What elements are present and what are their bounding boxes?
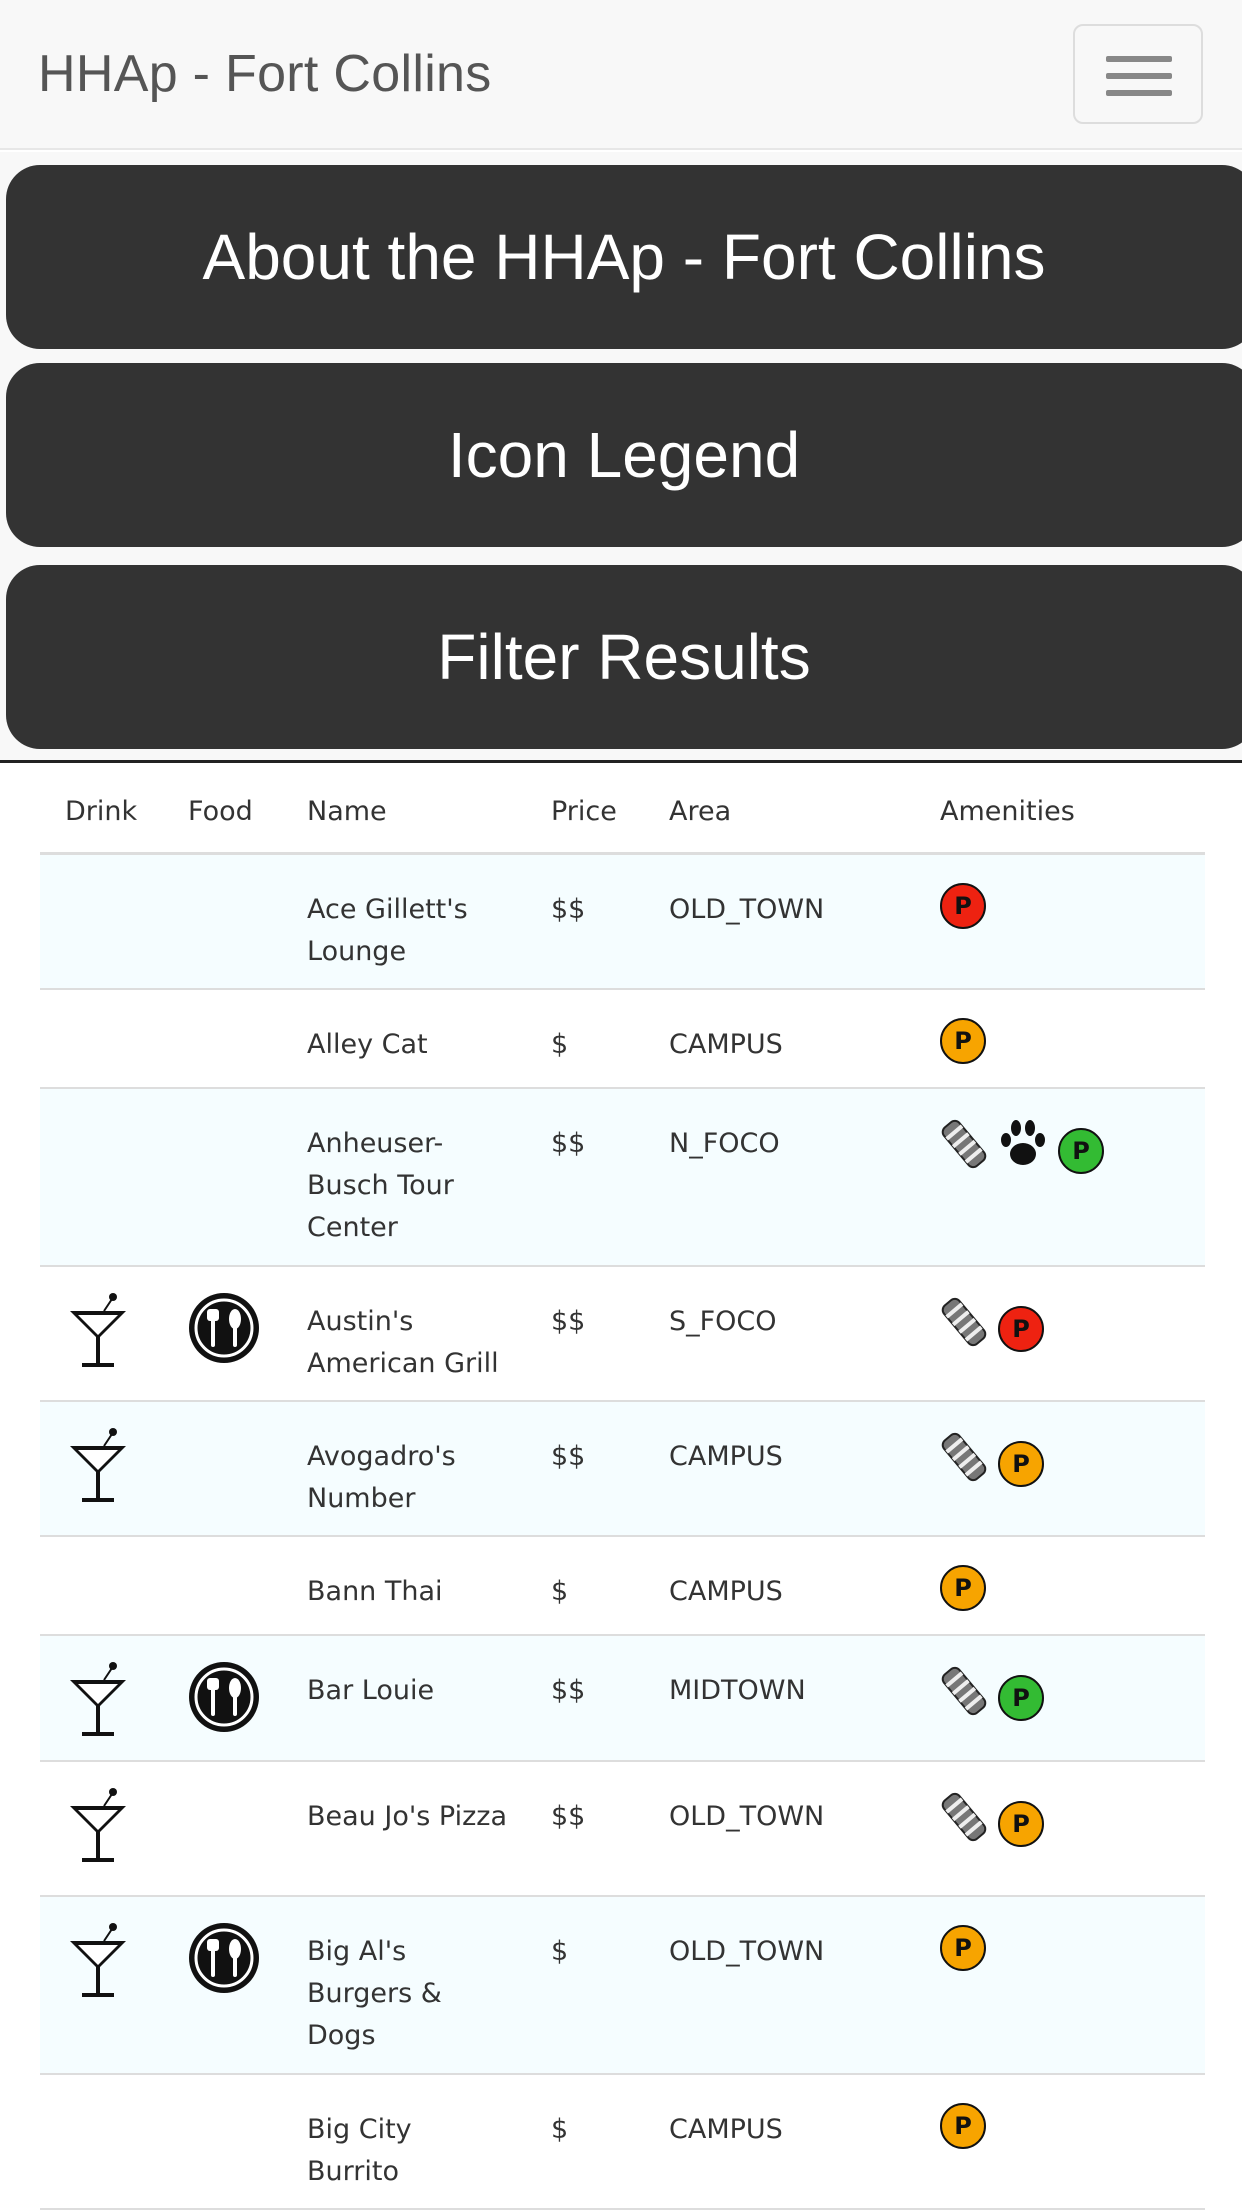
amenities-cell: P — [940, 1117, 1104, 1184]
martini-glass-icon — [68, 1660, 130, 1747]
table-row[interactable]: Bar Louie $$ MIDTOWN P — [40, 1636, 1205, 1762]
hamburger-menu-button[interactable] — [1073, 24, 1203, 124]
martini-glass-icon — [68, 1291, 130, 1378]
parking-orange-icon: P — [998, 1440, 1044, 1487]
venue-price: $$ — [551, 1128, 586, 1159]
hamburger-menu-icon — [1106, 56, 1172, 62]
venue-table: Drink Food Name Price Area Amenities Ace… — [40, 763, 1205, 2210]
venue-area: CAMPUS — [669, 2114, 783, 2145]
amenities-cell: P — [940, 1018, 986, 1064]
martini-glass-icon — [68, 1786, 130, 1873]
venue-name[interactable]: Ace Gillett's Lounge — [307, 889, 512, 973]
venue-price: $ — [551, 1936, 569, 1967]
header-amenities[interactable]: Amenities — [940, 791, 1075, 833]
parking-green-icon: P — [998, 1674, 1044, 1721]
venue-name[interactable]: Big City Burrito — [307, 2109, 512, 2193]
table-row[interactable]: Austin's American Grill $$ S_FOCO P — [40, 1267, 1205, 1402]
amenities-cell: P — [940, 1430, 1044, 1497]
hamburger-bar — [1106, 73, 1172, 79]
venue-area: S_FOCO — [669, 1306, 777, 1337]
venue-price: $ — [551, 1029, 569, 1060]
table-row[interactable]: Anheuser-Busch Tour Center $$ N_FOCO P — [40, 1089, 1205, 1267]
venue-area: CAMPUS — [669, 1441, 783, 1472]
hamburger-bar — [1106, 90, 1172, 96]
table-row[interactable]: Alley Cat $ CAMPUS P — [40, 990, 1205, 1089]
venue-area: CAMPUS — [669, 1029, 783, 1060]
table-row[interactable]: Avogadro's Number $$ CAMPUS P — [40, 1402, 1205, 1537]
action-buttons: About the HHAp - Fort Collins Icon Legen… — [0, 152, 1242, 762]
venue-name[interactable]: Anheuser-Busch Tour Center — [307, 1123, 512, 1249]
header-drink[interactable]: Drink — [65, 791, 137, 833]
striped-patio-icon — [940, 1790, 988, 1857]
venue-name[interactable]: Bann Thai — [307, 1571, 512, 1613]
striped-patio-icon — [940, 1295, 988, 1362]
parking-green-icon: P — [1058, 1127, 1104, 1174]
venue-name[interactable]: Bar Louie — [307, 1670, 512, 1712]
venue-price: $ — [551, 1576, 569, 1607]
venue-name[interactable]: Avogadro's Number — [307, 1436, 512, 1520]
striped-patio-icon — [940, 1117, 988, 1184]
table-row[interactable]: Beau Jo's Pizza $$ OLD_TOWN P — [40, 1762, 1205, 1897]
table-body: Ace Gillett's Lounge $$ OLD_TOWN P Alley Cat… — [40, 855, 1205, 2210]
brand-title[interactable]: HHAp - Fort Collins — [38, 44, 492, 104]
venue-price: $ — [551, 2114, 569, 2145]
header-food[interactable]: Food — [188, 791, 253, 833]
venue-area: OLD_TOWN — [669, 1801, 825, 1832]
parking-red-icon: P — [998, 1305, 1044, 1352]
venue-name[interactable]: Alley Cat — [307, 1024, 512, 1066]
venue-area: N_FOCO — [669, 1128, 780, 1159]
parking-orange-icon: P — [940, 1925, 986, 1971]
plate-fork-knife-icon — [187, 1291, 261, 1372]
martini-glass-icon — [68, 1921, 130, 2008]
striped-patio-icon — [940, 1430, 988, 1497]
amenities-cell: P — [940, 1664, 1044, 1731]
table-row[interactable]: Big City Burrito $ CAMPUS P — [40, 2075, 1205, 2210]
venue-name[interactable]: Austin's American Grill — [307, 1301, 512, 1385]
filter-results-button[interactable]: Filter Results — [6, 565, 1242, 749]
parking-orange-icon: P — [940, 2103, 986, 2149]
table-header-row: Drink Food Name Price Area Amenities — [40, 763, 1205, 855]
venue-price: $$ — [551, 1801, 586, 1832]
amenities-cell: P — [940, 1295, 1044, 1362]
venue-area: OLD_TOWN — [669, 1936, 825, 1967]
amenities-cell: P — [940, 1565, 986, 1611]
header-name[interactable]: Name — [307, 791, 512, 833]
navbar: HHAp - Fort Collins — [0, 0, 1242, 150]
parking-orange-icon: P — [998, 1800, 1044, 1847]
venue-price: $$ — [551, 1306, 586, 1337]
table-row[interactable]: Bann Thai $ CAMPUS P — [40, 1537, 1205, 1636]
striped-patio-icon — [940, 1664, 988, 1731]
venue-price: $$ — [551, 1441, 586, 1472]
venue-area: OLD_TOWN — [669, 894, 825, 925]
amenities-cell: P — [940, 883, 986, 929]
amenities-cell: P — [940, 1925, 986, 1971]
parking-orange-icon: P — [940, 1018, 986, 1064]
venue-name[interactable]: Big Al's Burgers & Dogs — [307, 1931, 512, 2057]
icon-legend-button[interactable]: Icon Legend — [6, 363, 1242, 547]
table-row[interactable]: Ace Gillett's Lounge $$ OLD_TOWN P — [40, 855, 1205, 990]
paw-print-icon — [998, 1118, 1048, 1183]
table-row[interactable]: Big Al's Burgers & Dogs $ OLD_TOWN P — [40, 1897, 1205, 2075]
venue-price: $$ — [551, 1675, 586, 1706]
plate-fork-knife-icon — [187, 1660, 261, 1741]
amenities-cell: P — [940, 1790, 1044, 1857]
header-price[interactable]: Price — [551, 791, 617, 833]
venue-price: $$ — [551, 894, 586, 925]
venue-area: CAMPUS — [669, 1576, 783, 1607]
martini-glass-icon — [68, 1426, 130, 1513]
parking-orange-icon: P — [940, 1565, 986, 1611]
about-button[interactable]: About the HHAp - Fort Collins — [6, 165, 1242, 349]
venue-name[interactable]: Beau Jo's Pizza — [307, 1796, 512, 1838]
plate-fork-knife-icon — [187, 1921, 261, 2002]
header-area[interactable]: Area — [669, 791, 731, 833]
parking-red-icon: P — [940, 883, 986, 929]
venue-area: MIDTOWN — [669, 1675, 806, 1706]
amenities-cell: P — [940, 2103, 986, 2149]
